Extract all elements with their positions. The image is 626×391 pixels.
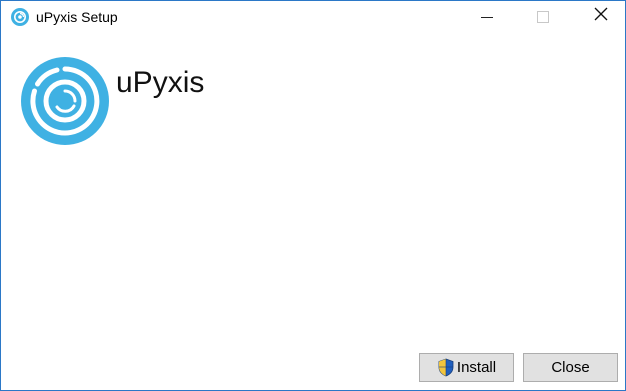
minimize-button[interactable] xyxy=(464,1,510,32)
install-button[interactable]: Install xyxy=(419,353,514,382)
setup-content: uPyxis Install Close xyxy=(1,32,625,390)
install-button-label: Install xyxy=(456,359,497,376)
minimize-icon xyxy=(481,17,493,18)
title-bar[interactable]: uPyxis Setup xyxy=(1,1,625,32)
close-icon xyxy=(594,7,608,26)
close-button-label: Close xyxy=(551,359,590,376)
upyxis-logo-icon xyxy=(21,57,109,145)
setup-window: uPyxis Setup uPyxis Install Close xyxy=(0,0,626,391)
maximize-button[interactable] xyxy=(520,1,566,32)
close-window-button[interactable] xyxy=(578,1,624,32)
maximize-icon xyxy=(537,10,549,23)
upyxis-logo-icon xyxy=(11,8,29,26)
app-name-heading: uPyxis xyxy=(116,66,205,99)
close-button[interactable]: Close xyxy=(523,353,618,382)
window-title: uPyxis Setup xyxy=(36,9,118,25)
uac-shield-icon xyxy=(437,358,455,377)
